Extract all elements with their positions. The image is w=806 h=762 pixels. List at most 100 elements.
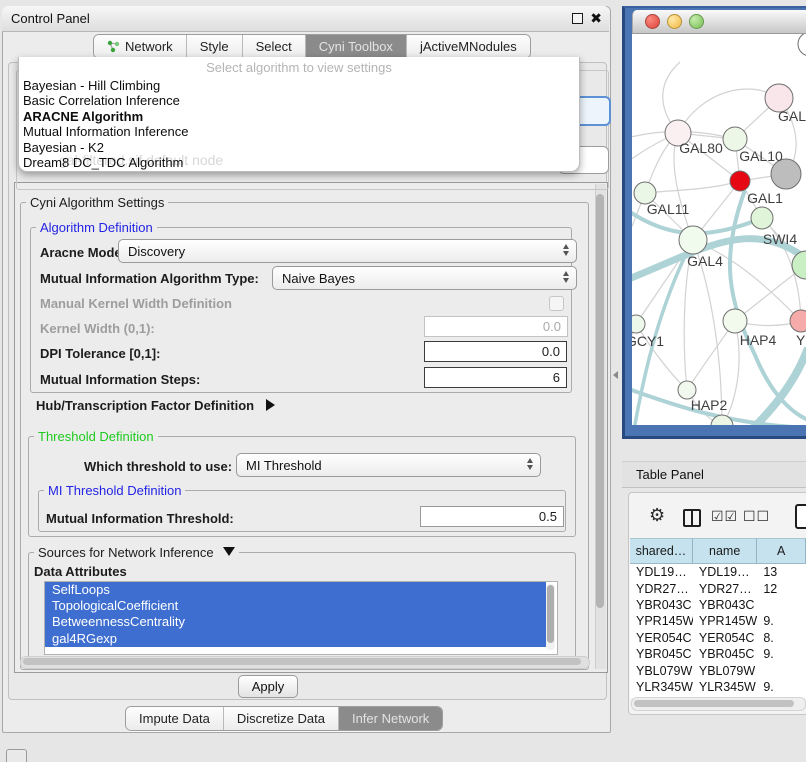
zoom-traffic-light-icon[interactable] — [689, 14, 704, 29]
network-node-label: GAL1 — [747, 190, 783, 206]
table-cell: YDR27… — [693, 582, 757, 596]
data-attribute-item[interactable]: TopologicalCoefficient — [45, 598, 546, 614]
network-node[interactable] — [730, 171, 750, 191]
table-row[interactable]: YDL19…YDL19…13 — [630, 564, 806, 580]
mi-type-label: Mutual Information Algorithm Type: — [40, 271, 259, 286]
bottom-tabs: Impute Data Discretize Data Infer Networ… — [125, 706, 443, 731]
float-window-icon[interactable] — [572, 13, 583, 24]
network-node-label: HAP4 — [740, 332, 777, 348]
algorithm-dropdown-popup: Select algorithm to view settings gal-fi… — [18, 57, 580, 172]
dropdown-item[interactable]: Dream8 DC_TDC Algorithm — [23, 155, 575, 170]
horizontal-scrollbar-thumb[interactable] — [23, 658, 581, 665]
hub-definition-toggle[interactable]: Hub/Transcription Factor Definition — [36, 398, 275, 413]
network-node[interactable] — [723, 309, 747, 333]
dpi-tolerance-label: DPI Tolerance [0,1]: — [40, 346, 160, 361]
table-hscrollbar-thumb[interactable] — [634, 700, 794, 707]
tab-style[interactable]: Style — [186, 35, 242, 58]
tab-jactivemnodules[interactable]: jActiveMNodules — [406, 35, 530, 58]
table-row[interactable]: YLR345WYLR345W9. — [630, 679, 806, 695]
manual-kernel-label: Manual Kernel Width Definition — [40, 296, 232, 311]
table-row[interactable]: YDR27…YDR27…12 — [630, 580, 806, 596]
list-scrollbar-thumb[interactable] — [547, 585, 554, 643]
table-row[interactable]: YER054CYER054C8. — [630, 630, 806, 646]
dropdown-item[interactable]: Bayesian - K2 — [23, 140, 575, 155]
which-threshold-combo[interactable]: MI Threshold — [236, 453, 541, 477]
network-node[interactable] — [679, 226, 707, 254]
table-cell: YDR27… — [630, 582, 693, 596]
panel-splitter-handle[interactable] — [613, 371, 618, 379]
network-window-titlebar[interactable] — [632, 10, 806, 34]
table-cell: YBR045C — [630, 647, 693, 661]
node-table[interactable]: shared…nameAYDL19…YDL19…13YDR27…YDR27…12… — [630, 538, 806, 698]
network-node[interactable] — [632, 315, 645, 333]
data-attribute-item[interactable]: SelfLoops — [45, 582, 546, 598]
manual-kernel-checkbox[interactable] — [549, 296, 564, 311]
tab-select[interactable]: Select — [242, 35, 305, 58]
network-edge[interactable] — [678, 89, 779, 133]
gear-icon[interactable]: ⚙ — [649, 505, 665, 526]
dropdown-item-selected[interactable]: ARACNE Algorithm — [23, 109, 575, 124]
tab-impute-data[interactable]: Impute Data — [126, 707, 223, 730]
tab-infer-network[interactable]: Infer Network — [338, 707, 442, 730]
mi-steps-field[interactable]: 6 — [424, 367, 567, 388]
table-cell: YPR145W — [630, 614, 693, 628]
table-row[interactable]: YBR045CYBR045C9. — [630, 646, 806, 662]
kernel-width-field[interactable]: 0.0 — [424, 316, 568, 337]
table-column-header[interactable]: shared… — [630, 538, 693, 563]
dropdown-item[interactable]: Bayesian - Hill Climbing — [23, 78, 575, 93]
data-attribute-item[interactable]: gal4RGexp — [45, 631, 546, 647]
close-icon[interactable]: ✖ — [590, 9, 602, 27]
sources-label[interactable]: Sources for Network Inference — [34, 545, 239, 560]
table-cell: YPR145W — [693, 614, 757, 628]
network-graph[interactable]: GALGAL80GAL10GAL1GAL11SWI4GAL4GCY1HAP4YH… — [632, 33, 806, 425]
tab-network[interactable]: Network — [94, 35, 186, 58]
network-edge[interactable] — [687, 321, 735, 390]
tab-network-label: Network — [125, 39, 173, 54]
list-scrollbar-track[interactable] — [546, 584, 555, 650]
table-cell: YDL19… — [630, 565, 693, 579]
dropdown-item[interactable]: Mutual Information Inference — [23, 124, 575, 139]
network-edge[interactable] — [645, 181, 740, 193]
close-traffic-light-icon[interactable] — [645, 14, 660, 29]
expand-down-icon — [223, 547, 235, 556]
page-icon[interactable] — [795, 504, 806, 529]
columns-icon[interactable] — [683, 509, 701, 527]
network-node-label: GCY1 — [632, 333, 664, 349]
horizontal-scrollbar-track[interactable] — [20, 656, 590, 669]
table-cell: 9. — [757, 680, 806, 694]
apply-button[interactable]: Apply — [238, 675, 298, 698]
table-row[interactable]: YPR145WYPR145W9. — [630, 613, 806, 629]
checked-boxes-icon[interactable]: ☑☑ — [711, 508, 738, 525]
data-attribute-item[interactable]: BetweennessCentrality — [45, 614, 546, 630]
dropdown-item[interactable]: Basic Correlation Inference — [23, 93, 575, 108]
table-row[interactable]: YBL079WYBL079W — [630, 662, 806, 678]
network-node-label: GAL — [778, 108, 806, 124]
network-node[interactable] — [751, 207, 773, 229]
network-node[interactable] — [798, 33, 806, 56]
network-node-label: HAP2 — [691, 397, 728, 413]
control-panel-titlebar[interactable]: Control Panel ✖ — [2, 6, 609, 32]
dropdown-placeholder: Select algorithm to view settings — [19, 60, 579, 75]
expand-right-icon — [266, 399, 275, 411]
table-row[interactable]: YBR043CYBR043C — [630, 597, 806, 613]
stepper-arrows-icon — [527, 458, 533, 470]
table-column-header[interactable]: A — [757, 538, 806, 563]
tab-discretize-data[interactable]: Discretize Data — [223, 707, 338, 730]
table-column-header[interactable]: name — [693, 538, 757, 563]
unchecked-boxes-icon[interactable]: ☐☐ — [743, 508, 770, 525]
minimize-traffic-light-icon[interactable] — [667, 14, 682, 29]
docked-panel-icon[interactable] — [6, 749, 27, 762]
table-cell: YBL079W — [693, 664, 757, 678]
settings-scrollbar-thumb[interactable] — [596, 194, 604, 608]
table-panel-titlebar[interactable]: Table Panel — [622, 461, 806, 488]
dpi-tolerance-field[interactable]: 0.0 — [424, 341, 567, 362]
tab-cyni-toolbox[interactable]: Cyni Toolbox — [305, 35, 406, 58]
table-hscrollbar-track[interactable] — [631, 697, 806, 711]
stepper-arrows-icon — [563, 244, 569, 256]
mi-type-value: Naive Bayes — [282, 271, 355, 286]
aracne-mode-combo[interactable]: Discovery — [118, 239, 577, 263]
threshold-definition-label: Threshold Definition — [34, 429, 158, 444]
mi-type-combo[interactable]: Naive Bayes — [272, 266, 577, 290]
data-attributes-list[interactable]: SelfLoopsTopologicalCoefficientBetweenne… — [44, 581, 558, 655]
mi-threshold-field[interactable]: 0.5 — [420, 506, 564, 527]
